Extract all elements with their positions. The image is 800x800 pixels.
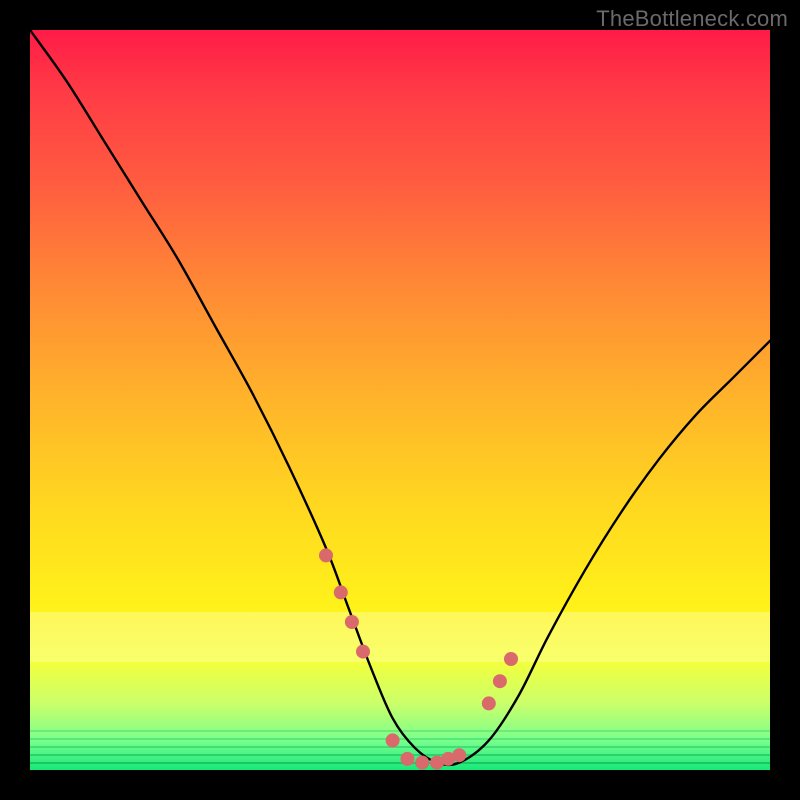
chart-svg [30,30,770,770]
highlight-dot [504,652,518,666]
highlight-dot [386,733,400,747]
highlight-dot [345,615,359,629]
highlight-dot [482,696,496,710]
highlight-dot [356,645,370,659]
highlight-dot [334,585,348,599]
highlight-dot [400,752,414,766]
highlight-dot [452,748,466,762]
highlight-dot [493,674,507,688]
watermark-text: TheBottleneck.com [596,6,788,32]
highlight-markers [319,548,518,769]
highlight-dot [319,548,333,562]
highlight-dot [415,756,429,770]
bottleneck-curve-path [30,30,770,765]
plot-area [30,30,770,770]
chart-frame: TheBottleneck.com [0,0,800,800]
